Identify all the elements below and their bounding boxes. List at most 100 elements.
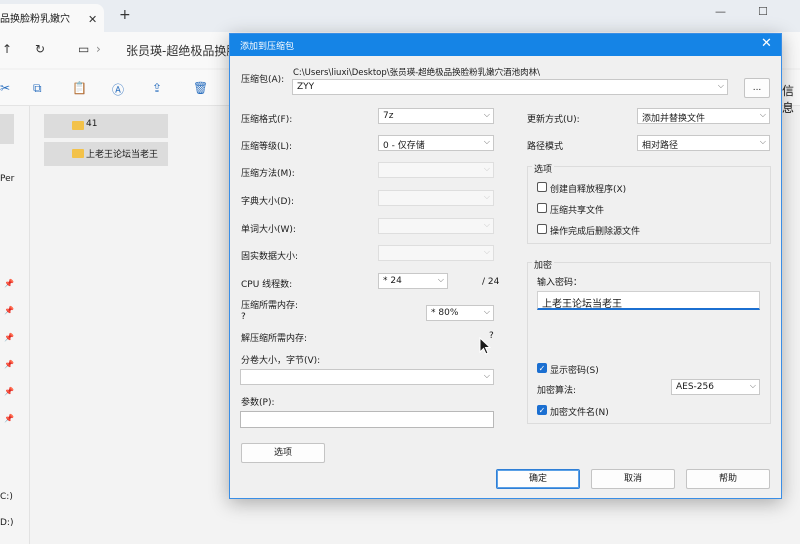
level-label: 压缩等级(L): (241, 142, 293, 152)
chevron-down-icon: ⌵ (437, 275, 444, 284)
sfx-checkbox[interactable] (537, 182, 547, 192)
path-mode-select[interactable]: 相对路径 ⌵ (637, 135, 770, 151)
pin-icon: 📌 (4, 333, 14, 342)
dialog-title: 添加到压缩包 (240, 42, 295, 52)
pin-icon: 📌 (4, 360, 14, 369)
delete-icon[interactable]: 🗑 (193, 81, 208, 95)
encryption-group-title: 加密 (532, 258, 555, 271)
nav-item-label[interactable]: Per (0, 174, 14, 184)
archive-name-combo[interactable]: ZYY ⌵ (292, 79, 728, 95)
cancel-button[interactable]: 取消 (591, 469, 675, 489)
solid-label: 固实数据大小: (241, 252, 299, 262)
file-item[interactable]: 上老王论坛当老王 (44, 142, 168, 166)
format-value: 7z (383, 111, 394, 121)
method-select[interactable]: ⌵ (378, 162, 494, 178)
dict-select[interactable]: ⌵ (378, 190, 494, 206)
pin-icon: 📌 (4, 387, 14, 396)
delete-source-label[interactable]: 操作完成后删除源文件 (550, 224, 640, 237)
share-icon[interactable]: ⇪ (152, 81, 162, 95)
cpu-value: * 24 (383, 276, 402, 286)
ok-button[interactable]: 确定 (496, 469, 580, 489)
split-combo[interactable]: ⌵ (240, 369, 494, 385)
algo-value: AES-256 (676, 382, 714, 392)
file-name: 上老王论坛当老王 (86, 150, 159, 160)
drive-c-label[interactable]: C:) (0, 492, 13, 502)
chevron-down-icon: ⌵ (483, 110, 490, 119)
address-path[interactable]: 张员瑛-超绝极品换脸 (126, 42, 238, 59)
file-item[interactable]: 41 (44, 114, 168, 138)
chevron-right-icon: › (96, 42, 101, 56)
chevron-down-icon: ⌵ (483, 247, 490, 256)
chevron-down-icon: ⌵ (483, 307, 490, 316)
rename-icon[interactable]: Ⓐ (112, 81, 124, 98)
refresh-icon[interactable]: ↻ (35, 42, 45, 56)
dict-label: 字典大小(D): (241, 197, 294, 207)
password-input[interactable]: 上老王论坛当老王 (537, 291, 760, 310)
minimize-icon[interactable]: — (715, 5, 726, 18)
explorer-tab-bar: 品换脸粉乳嫩穴 ✕ + — ☐ (0, 0, 800, 32)
folder-icon (72, 149, 84, 158)
cpu-max: / 24 (482, 277, 500, 287)
maximize-icon[interactable]: ☐ (758, 5, 768, 18)
mem-percent-value: * 80% (431, 308, 459, 318)
chevron-down-icon[interactable]: ⌵ (718, 81, 724, 91)
algo-label: 加密算法: (537, 386, 577, 396)
format-label: 压缩格式(F): (241, 115, 293, 125)
chevron-down-icon: ⌵ (483, 220, 490, 229)
shared-files-checkbox[interactable] (537, 203, 547, 213)
cpu-label: CPU 线程数: (241, 280, 293, 290)
explorer-tab-title: 品换脸粉乳嫩穴 (0, 14, 70, 25)
info-label[interactable]: 信息 (782, 82, 800, 116)
sfx-label[interactable]: 创建自释放程序(X) (550, 182, 626, 195)
help-button[interactable]: 帮助 (686, 469, 770, 489)
delete-source-checkbox[interactable] (537, 224, 547, 234)
update-select[interactable]: 添加并替换文件 ⌵ (637, 108, 770, 124)
level-select[interactable]: 0 - 仅存储 ⌵ (378, 135, 494, 151)
cpu-select[interactable]: * 24 ⌵ (378, 273, 448, 289)
up-arrow-icon[interactable]: ↑ (2, 42, 12, 56)
chevron-down-icon: ⌵ (759, 137, 766, 146)
mem-decomp-label: 解压缩所需内存: (241, 334, 308, 344)
folder-icon (72, 121, 84, 130)
encrypt-names-checkbox[interactable]: ✓ (537, 405, 547, 415)
drive-d-label[interactable]: D:) (0, 518, 13, 528)
copy-icon[interactable]: ⧉ (33, 81, 42, 96)
mem-comp-label: 压缩所需内存: (241, 301, 299, 311)
computer-icon[interactable]: ▭ (78, 42, 89, 56)
paste-icon[interactable]: 📋 (72, 81, 87, 95)
navigation-pane: Per 📌 📌 📌 📌 📌 📌 C:) D:) (0, 106, 30, 544)
path-mode-label: 路径模式 (527, 142, 564, 152)
explorer-tab[interactable]: 品换脸粉乳嫩穴 ✕ (0, 4, 104, 32)
level-value: 0 - 仅存储 (383, 141, 425, 151)
password-label: 输入密码： (537, 278, 583, 288)
word-select[interactable]: ⌵ (378, 218, 494, 234)
chevron-down-icon: ⌵ (483, 192, 490, 201)
algo-select[interactable]: AES-256 ⌵ (671, 379, 760, 395)
shared-files-label[interactable]: 压缩共享文件 (550, 203, 604, 216)
chevron-down-icon: ⌵ (483, 137, 490, 146)
close-icon[interactable]: ✕ (88, 13, 97, 26)
show-password-checkbox[interactable]: ✓ (537, 363, 547, 373)
options-button[interactable]: 选项 (241, 443, 325, 463)
format-select[interactable]: 7z ⌵ (378, 108, 494, 124)
cut-icon[interactable]: ✂ (0, 81, 10, 95)
chevron-down-icon: ⌵ (759, 110, 766, 119)
new-tab-icon[interactable]: + (119, 7, 131, 23)
browse-button[interactable]: ... (744, 78, 770, 98)
method-label: 压缩方法(M): (241, 169, 295, 179)
close-icon[interactable]: ✕ (761, 36, 772, 51)
mouse-cursor-icon (479, 337, 491, 355)
dialog-titlebar[interactable]: 添加到压缩包 ✕ (230, 34, 781, 56)
solid-select[interactable]: ⌵ (378, 245, 494, 261)
archive-name-value: ZYY (297, 82, 315, 92)
show-password-label[interactable]: 显示密码(S) (550, 363, 599, 376)
word-label: 单词大小(W): (241, 225, 296, 235)
pin-icon: 📌 (4, 414, 14, 423)
encrypt-names-label[interactable]: 加密文件名(N) (550, 405, 609, 418)
password-value: 上老王论坛当老王 (542, 299, 622, 310)
mem-percent-select[interactable]: * 80% ⌵ (426, 305, 494, 321)
update-label: 更新方式(U): (527, 115, 580, 125)
params-input[interactable] (240, 411, 494, 428)
nav-selected-item[interactable] (0, 114, 14, 144)
params-label: 参数(P): (241, 398, 275, 408)
